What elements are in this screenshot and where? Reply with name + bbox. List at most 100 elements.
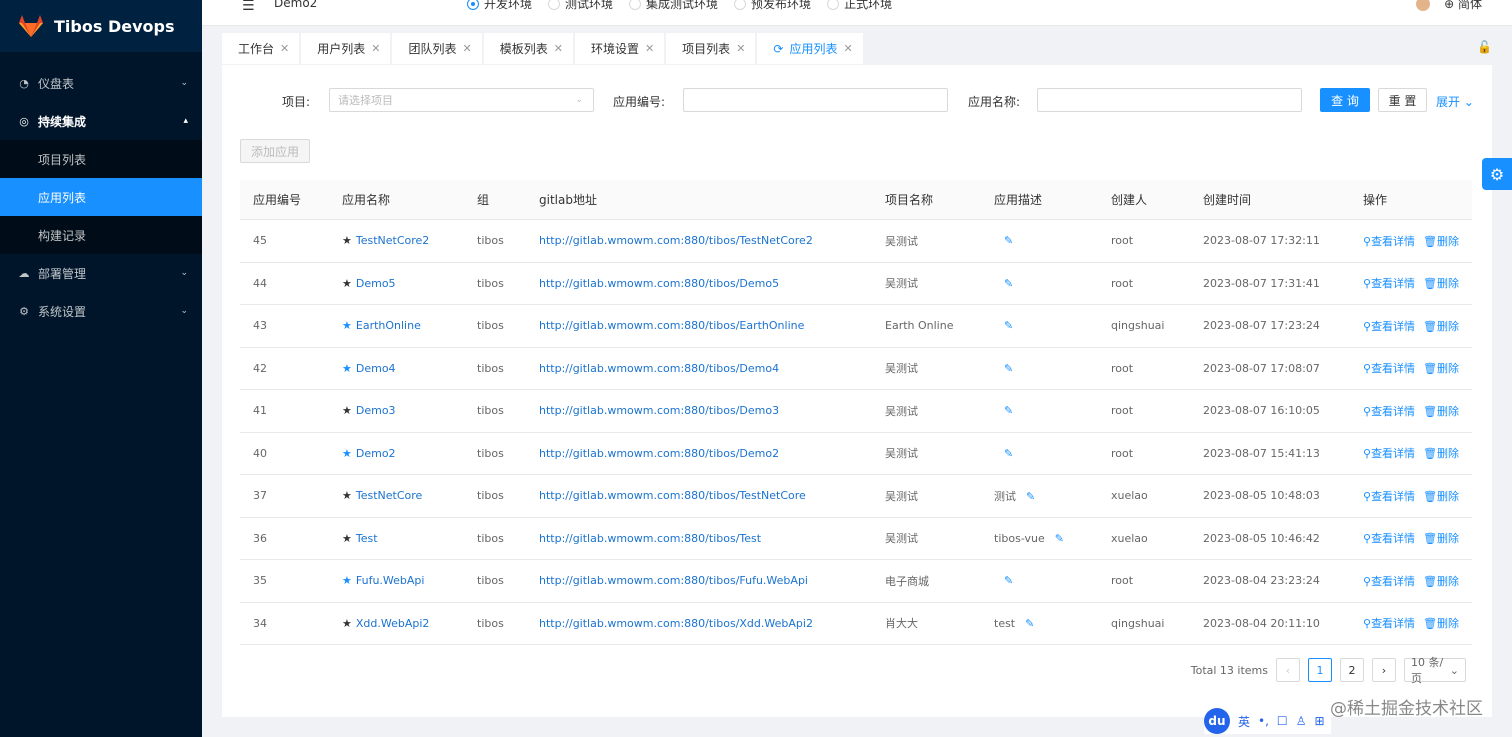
app-name-link[interactable]: EarthOnline [356, 319, 421, 332]
menu-toggle-icon[interactable]: ☰ [242, 0, 255, 14]
edit-icon[interactable]: ✎ [1004, 362, 1013, 375]
view-details-button[interactable]: ⚲查看详情 [1363, 615, 1415, 631]
app-name-link[interactable]: TestNetCore2 [356, 234, 429, 247]
env-radio-staging[interactable]: 预发布环境 [734, 0, 811, 12]
delete-button[interactable]: 🗑删除 [1423, 530, 1459, 546]
star-icon[interactable]: ★ [342, 532, 352, 545]
gitlab-url-link[interactable]: http://gitlab.wmowm.com:880/tibos/Demo5 [539, 277, 779, 290]
delete-button[interactable]: 🗑删除 [1423, 275, 1459, 291]
ime-logo[interactable]: du [1204, 708, 1230, 734]
app-name-link[interactable]: Demo3 [356, 404, 396, 417]
delete-button[interactable]: 🗑删除 [1423, 445, 1459, 461]
edit-icon[interactable]: ✎ [1004, 574, 1013, 587]
app-name-link[interactable]: Demo5 [356, 277, 396, 290]
delete-button[interactable]: 🗑删除 [1423, 233, 1459, 249]
punctuation-icon[interactable]: •, [1258, 714, 1269, 728]
next-page-button[interactable]: › [1372, 658, 1396, 682]
close-icon[interactable]: ✕ [645, 42, 654, 55]
env-radio-test[interactable]: 测试环境 [548, 0, 613, 12]
gitlab-url-link[interactable]: http://gitlab.wmowm.com:880/tibos/Test [539, 532, 761, 545]
app-name-link[interactable]: Demo4 [356, 362, 396, 375]
edit-icon[interactable]: ✎ [1004, 447, 1013, 460]
tab-apps[interactable]: ⟳ 应用列表 ✕ [757, 33, 863, 64]
avatar[interactable] [1416, 0, 1431, 11]
gitlab-url-link[interactable]: http://gitlab.wmowm.com:880/tibos/Xdd.We… [539, 617, 813, 630]
settings-drawer-button[interactable]: ⚙ [1482, 158, 1512, 190]
user-icon[interactable]: ♙ [1296, 714, 1307, 728]
gitlab-url-link[interactable]: http://gitlab.wmowm.com:880/tibos/EarthO… [539, 319, 804, 332]
grid-icon[interactable]: ⊞ [1314, 714, 1324, 728]
close-icon[interactable]: ✕ [371, 42, 380, 55]
delete-button[interactable]: 🗑删除 [1423, 488, 1459, 504]
view-details-button[interactable]: ⚲查看详情 [1363, 573, 1415, 589]
gitlab-url-link[interactable]: http://gitlab.wmowm.com:880/tibos/Demo3 [539, 404, 779, 417]
reset-button[interactable]: 重 置 [1378, 88, 1427, 112]
star-icon[interactable]: ★ [342, 447, 352, 460]
sidebar-item-settings[interactable]: ⚙ 系统设置 ⌄ [0, 292, 202, 330]
star-icon[interactable]: ★ [342, 234, 352, 247]
view-details-button[interactable]: ⚲查看详情 [1363, 275, 1415, 291]
edit-icon[interactable]: ✎ [1004, 277, 1013, 290]
edit-icon[interactable]: ✎ [1025, 617, 1034, 630]
view-details-button[interactable]: ⚲查看详情 [1363, 318, 1415, 334]
close-icon[interactable]: ✕ [554, 42, 563, 55]
sidebar-item-build-records[interactable]: 构建记录 [0, 216, 202, 254]
skin-icon[interactable]: ☐ [1277, 714, 1288, 728]
tab-projects[interactable]: 项目列表 ✕ [666, 33, 756, 64]
view-details-button[interactable]: ⚲查看详情 [1363, 530, 1415, 546]
delete-button[interactable]: 🗑删除 [1423, 403, 1459, 419]
view-details-button[interactable]: ⚲查看详情 [1363, 360, 1415, 376]
star-icon[interactable]: ★ [342, 319, 352, 332]
app-name-link[interactable]: TestNetCore [356, 489, 422, 502]
close-icon[interactable]: ✕ [280, 42, 289, 55]
tab-users[interactable]: 用户列表 ✕ [301, 33, 391, 64]
ime-lang[interactable]: 英 [1238, 713, 1250, 730]
star-icon[interactable]: ★ [342, 617, 352, 630]
env-radio-prod[interactable]: 正式环境 [827, 0, 892, 12]
close-icon[interactable]: ✕ [843, 42, 852, 55]
delete-button[interactable]: 🗑删除 [1423, 360, 1459, 376]
query-button[interactable]: 查 询 [1320, 88, 1370, 112]
edit-icon[interactable]: ✎ [1004, 319, 1013, 332]
delete-button[interactable]: 🗑删除 [1423, 318, 1459, 334]
app-name-link[interactable]: Fufu.WebApi [356, 574, 425, 587]
delete-button[interactable]: 🗑删除 [1423, 573, 1459, 589]
view-details-button[interactable]: ⚲查看详情 [1363, 445, 1415, 461]
app-code-input[interactable] [683, 88, 948, 112]
view-details-button[interactable]: ⚲查看详情 [1363, 403, 1415, 419]
sidebar-item-ci[interactable]: ◎ 持续集成 ▴ [0, 102, 202, 140]
tab-teams[interactable]: 团队列表 ✕ [392, 33, 482, 64]
star-icon[interactable]: ★ [342, 404, 352, 417]
gitlab-url-link[interactable]: http://gitlab.wmowm.com:880/tibos/Fufu.W… [539, 574, 808, 587]
app-name-link[interactable]: Test [356, 532, 378, 545]
language-switch[interactable]: ⊕ 简体 [1444, 0, 1482, 12]
edit-icon[interactable]: ✎ [1055, 532, 1064, 545]
refresh-icon[interactable]: ⟳ [773, 42, 783, 56]
sidebar-item-dashboard[interactable]: ◔ 仪盘表 ⌄ [0, 64, 202, 102]
view-details-button[interactable]: ⚲查看详情 [1363, 488, 1415, 504]
app-logo[interactable]: Tibos Devops [0, 0, 202, 52]
app-name-input[interactable] [1037, 88, 1302, 112]
sidebar-item-deploy[interactable]: ☁ 部署管理 ⌄ [0, 254, 202, 292]
project-select[interactable]: 请选择项目 ⌄ [329, 88, 594, 112]
star-icon[interactable]: ★ [342, 489, 352, 502]
star-icon[interactable]: ★ [342, 362, 352, 375]
current-project[interactable]: Demo2 [274, 0, 317, 10]
star-icon[interactable]: ★ [342, 277, 352, 290]
app-name-link[interactable]: Xdd.WebApi2 [356, 617, 430, 630]
edit-icon[interactable]: ✎ [1004, 234, 1013, 247]
lock-icon[interactable]: 🔓 [1477, 40, 1492, 54]
page-2-button[interactable]: 2 [1340, 658, 1364, 682]
gitlab-url-link[interactable]: http://gitlab.wmowm.com:880/tibos/TestNe… [539, 489, 806, 502]
edit-icon[interactable]: ✎ [1004, 404, 1013, 417]
delete-button[interactable]: 🗑删除 [1423, 615, 1459, 631]
expand-link[interactable]: 展开 ⌄ [1436, 93, 1474, 110]
star-icon[interactable]: ★ [342, 574, 352, 587]
close-icon[interactable]: ✕ [736, 42, 745, 55]
tab-env-settings[interactable]: 环境设置 ✕ [574, 33, 665, 64]
page-size-select[interactable]: 10 条/页 ⌄ [1404, 656, 1466, 685]
sidebar-item-app-list[interactable]: 应用列表 [0, 178, 202, 216]
edit-icon[interactable]: ✎ [1026, 490, 1035, 503]
app-name-link[interactable]: Demo2 [356, 447, 396, 460]
page-1-button[interactable]: 1 [1308, 658, 1332, 682]
